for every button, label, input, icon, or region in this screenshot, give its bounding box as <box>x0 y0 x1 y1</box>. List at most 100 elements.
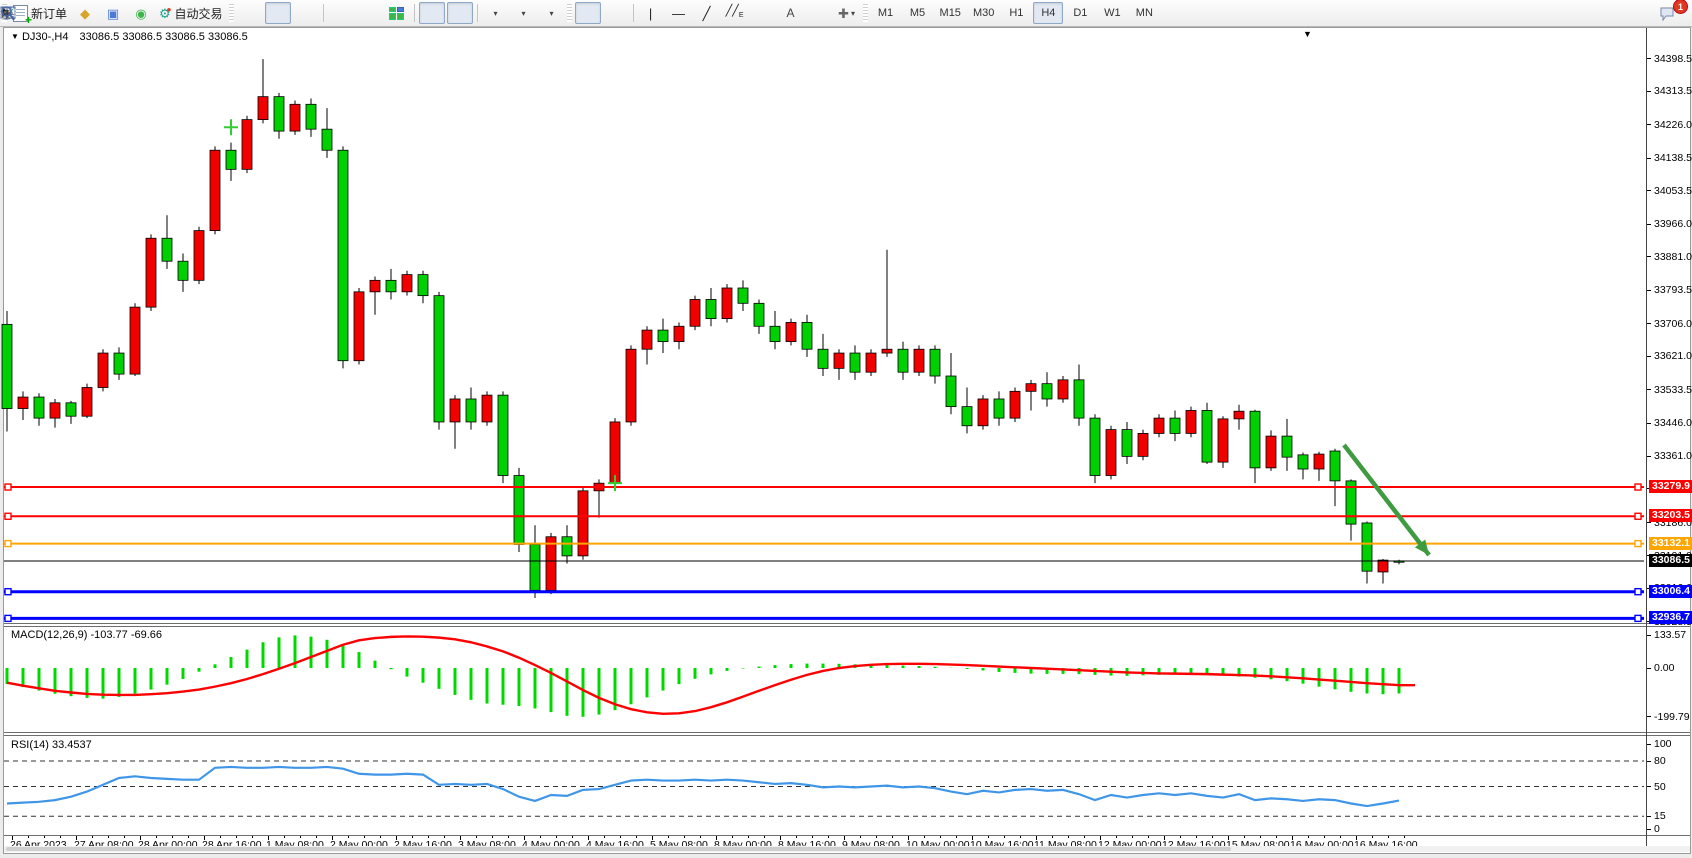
candle[interactable] <box>98 349 108 391</box>
candle[interactable] <box>1138 430 1148 461</box>
candle[interactable] <box>18 391 28 420</box>
candle[interactable] <box>818 334 828 376</box>
candle[interactable] <box>322 108 332 158</box>
horizontal-line-object[interactable] <box>4 615 1644 621</box>
candle[interactable] <box>658 319 668 353</box>
candle[interactable] <box>1314 452 1324 481</box>
timeframe-button-mn[interactable]: MN <box>1129 2 1159 24</box>
candle[interactable] <box>898 342 908 380</box>
candle[interactable] <box>1106 426 1116 480</box>
timeframe-button-m1[interactable]: M1 <box>871 2 901 24</box>
candle[interactable] <box>674 322 684 349</box>
candle[interactable] <box>1250 410 1260 483</box>
panel-separator[interactable] <box>4 732 1690 733</box>
candle[interactable] <box>1122 422 1132 464</box>
candle[interactable] <box>1282 419 1292 471</box>
candle[interactable] <box>418 271 428 304</box>
candle[interactable] <box>690 296 700 330</box>
templates-button[interactable]: ▾ <box>538 2 564 24</box>
candle[interactable] <box>930 345 940 383</box>
auto-scroll-button[interactable] <box>419 2 445 24</box>
candle[interactable] <box>242 116 252 173</box>
candle[interactable] <box>738 280 748 311</box>
candle[interactable] <box>1378 559 1388 583</box>
candle[interactable] <box>1090 414 1100 483</box>
zoom-out-button[interactable] <box>356 2 382 24</box>
line-handle[interactable] <box>1635 615 1641 621</box>
candle[interactable] <box>1266 430 1276 471</box>
candle[interactable] <box>466 387 476 429</box>
candle[interactable] <box>722 284 732 322</box>
bar-chart-button[interactable] <box>237 2 263 24</box>
cursor-button[interactable] <box>575 2 601 24</box>
horizontal-line-object[interactable] <box>4 484 1644 490</box>
candle[interactable] <box>578 487 588 560</box>
indicators-button[interactable]: ▾ <box>482 2 508 24</box>
notifications-button[interactable]: 1 <box>1658 2 1684 24</box>
candle[interactable] <box>498 391 508 483</box>
auto-trading-button[interactable]: ⚙● 自动交易 <box>156 2 226 24</box>
candle[interactable] <box>978 395 988 429</box>
candle[interactable] <box>530 525 540 598</box>
search-button[interactable] <box>1630 2 1656 24</box>
candle[interactable] <box>1170 410 1180 441</box>
candle[interactable] <box>226 143 236 181</box>
text-label-button[interactable]: T <box>806 2 832 24</box>
candle[interactable] <box>1186 407 1196 438</box>
candle[interactable] <box>258 59 268 123</box>
candle[interactable] <box>914 345 924 376</box>
horizontal-line-object[interactable] <box>4 589 1644 595</box>
candle[interactable] <box>1074 365 1084 426</box>
candle[interactable] <box>2 311 12 432</box>
candle[interactable] <box>370 277 380 315</box>
terminal-button[interactable]: ▣ <box>100 2 126 24</box>
candle[interactable] <box>850 345 860 379</box>
horizontal-line-button[interactable]: — <box>666 2 692 24</box>
line-handle[interactable] <box>1635 541 1641 547</box>
candle[interactable] <box>34 393 44 426</box>
channel-button[interactable]: ╱╱E <box>722 2 748 24</box>
signals-button[interactable]: ◉ <box>128 2 154 24</box>
candle[interactable] <box>1202 403 1212 464</box>
history-center-button[interactable]: ◆ <box>72 2 98 24</box>
candle[interactable] <box>1010 387 1020 421</box>
candle[interactable] <box>594 479 604 517</box>
candle[interactable] <box>546 533 556 594</box>
candle[interactable] <box>114 347 124 380</box>
timeframe-button-h4[interactable]: H4 <box>1033 2 1063 24</box>
price-chart-panel[interactable] <box>4 31 1646 623</box>
candle[interactable] <box>162 215 172 269</box>
line-chart-button[interactable] <box>293 2 319 24</box>
horizontal-scrollbar[interactable] <box>4 846 1690 852</box>
candle[interactable] <box>1394 560 1404 565</box>
vertical-line-button[interactable]: | <box>638 2 664 24</box>
candle[interactable] <box>514 468 524 552</box>
timeframe-button-w1[interactable]: W1 <box>1097 2 1127 24</box>
candle[interactable] <box>1042 372 1052 406</box>
candle[interactable] <box>834 349 844 380</box>
trendline-button[interactable]: ╱ <box>694 2 720 24</box>
candle[interactable] <box>82 384 92 418</box>
timeframe-button-m15[interactable]: M15 <box>935 2 966 24</box>
crosshair-button[interactable] <box>603 2 629 24</box>
candle[interactable] <box>802 315 812 357</box>
line-handle[interactable] <box>5 615 11 621</box>
candle[interactable] <box>1330 449 1340 506</box>
candle[interactable] <box>1058 376 1068 403</box>
candle[interactable] <box>1346 479 1356 540</box>
new-order-button[interactable]: + 新订单 <box>10 2 70 24</box>
candle[interactable] <box>50 399 60 428</box>
line-handle[interactable] <box>5 541 11 547</box>
timeframe-button-d1[interactable]: D1 <box>1065 2 1095 24</box>
candle[interactable] <box>1026 380 1036 411</box>
candle[interactable] <box>962 387 972 433</box>
candle[interactable] <box>1234 405 1244 430</box>
candle[interactable] <box>626 345 636 425</box>
candle[interactable] <box>770 311 780 349</box>
line-handle[interactable] <box>5 513 11 519</box>
candle[interactable] <box>866 349 876 376</box>
candle[interactable] <box>194 227 204 284</box>
timeframe-button-h1[interactable]: H1 <box>1001 2 1031 24</box>
candle[interactable] <box>642 326 652 364</box>
candle[interactable] <box>450 395 460 449</box>
